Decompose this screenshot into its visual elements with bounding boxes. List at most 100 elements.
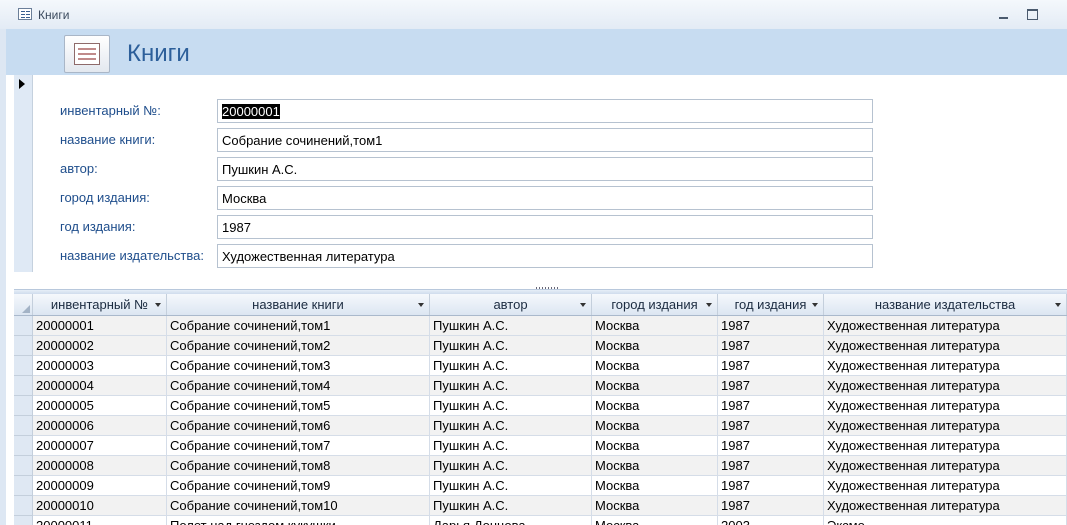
column-header-publisher[interactable]: название издательства: [824, 294, 1067, 315]
cell-publisher[interactable]: Художественная литература: [824, 336, 1067, 356]
cell-author[interactable]: Пушкин А.С.: [430, 436, 592, 456]
cell-title[interactable]: Собрание сочинений,том1: [167, 316, 430, 336]
cell-city[interactable]: Москва: [592, 516, 718, 525]
table-row[interactable]: 20000003 Собрание сочинений,том3 Пушкин А.…: [14, 356, 1067, 376]
cell-publisher[interactable]: Художественная литература: [824, 436, 1067, 456]
chevron-down-icon[interactable]: [812, 303, 818, 307]
year-field[interactable]: 1987: [217, 215, 873, 239]
row-selector[interactable]: [14, 456, 33, 476]
cell-title[interactable]: Полет над гнездом кукушки: [167, 516, 430, 525]
cell-title[interactable]: Собрание сочинений,том4: [167, 376, 430, 396]
cell-year[interactable]: 2003: [718, 516, 824, 525]
cell-year[interactable]: 1987: [718, 356, 824, 376]
cell-year[interactable]: 1987: [718, 376, 824, 396]
chevron-down-icon[interactable]: [706, 303, 712, 307]
cell-author[interactable]: Дарья Донцова: [430, 516, 592, 525]
row-selector[interactable]: [14, 416, 33, 436]
cell-city[interactable]: Москва: [592, 316, 718, 336]
cell-publisher[interactable]: Художественная литература: [824, 416, 1067, 436]
cell-year[interactable]: 1987: [718, 396, 824, 416]
table-row[interactable]: 20000011Полет над гнездом кукушкиДарья Д…: [14, 516, 1067, 525]
column-header-inventory[interactable]: инвентарный №: [33, 294, 167, 315]
cell-city[interactable]: Москва: [592, 356, 718, 376]
cell-inventory[interactable]: 20000007: [33, 436, 167, 456]
cell-title[interactable]: Собрание сочинений,том6: [167, 416, 430, 436]
table-row[interactable]: 20000005 Собрание сочинений,том5 Пушкин А.…: [14, 396, 1067, 416]
table-row[interactable]: 20000001 Собрание сочинений,том1 Пушкин А.…: [14, 316, 1067, 336]
cell-publisher[interactable]: Художественная литература: [824, 376, 1067, 396]
author-field[interactable]: Пушкин А.С.: [217, 157, 873, 181]
row-selector[interactable]: [14, 516, 33, 525]
publisher-field[interactable]: Художественная литература: [217, 244, 873, 268]
cell-publisher[interactable]: Художественная литература: [824, 396, 1067, 416]
cell-publisher[interactable]: Художественная литература: [824, 456, 1067, 476]
table-row[interactable]: 20000002 Собрание сочинений,том2 Пушкин А.…: [14, 336, 1067, 356]
cell-inventory[interactable]: 20000009: [33, 476, 167, 496]
row-selector[interactable]: [14, 436, 33, 456]
cell-inventory[interactable]: 20000008: [33, 456, 167, 476]
cell-author[interactable]: Пушкин А.С.: [430, 416, 592, 436]
cell-publisher[interactable]: Художественная литература: [824, 476, 1067, 496]
cell-author[interactable]: Пушкин А.С.: [430, 336, 592, 356]
cell-city[interactable]: Москва: [592, 396, 718, 416]
cell-inventory[interactable]: 20000005: [33, 396, 167, 416]
inventory-number-field[interactable]: 20000001: [217, 99, 873, 123]
city-field[interactable]: Москва: [217, 186, 873, 210]
cell-author[interactable]: Пушкин А.С.: [430, 476, 592, 496]
splitter-grip[interactable]: [536, 287, 558, 289]
cell-year[interactable]: 1987: [718, 496, 824, 516]
column-header-author[interactable]: автор: [430, 294, 592, 315]
chevron-down-icon[interactable]: [155, 303, 161, 307]
table-row[interactable]: 20000008 Собрание сочинений,том8 Пушкин А.…: [14, 456, 1067, 476]
chevron-down-icon[interactable]: [580, 303, 586, 307]
cell-city[interactable]: Москва: [592, 436, 718, 456]
minimize-button[interactable]: [991, 4, 1015, 24]
cell-city[interactable]: Москва: [592, 456, 718, 476]
cell-publisher[interactable]: Художественная литература: [824, 316, 1067, 336]
row-selector[interactable]: [14, 316, 33, 336]
table-row[interactable]: 20000004 Собрание сочинений,том4 Пушкин А.…: [14, 376, 1067, 396]
cell-city[interactable]: Москва: [592, 496, 718, 516]
chevron-down-icon[interactable]: [1055, 303, 1061, 307]
cell-year[interactable]: 1987: [718, 456, 824, 476]
row-selector[interactable]: [14, 376, 33, 396]
cell-title[interactable]: Собрание сочинений,том9: [167, 476, 430, 496]
cell-year[interactable]: 1987: [718, 316, 824, 336]
row-selector[interactable]: [14, 396, 33, 416]
row-selector[interactable]: [14, 356, 33, 376]
cell-year[interactable]: 1987: [718, 476, 824, 496]
table-row[interactable]: 20000007 Собрание сочинений,том7 Пушкин А.…: [14, 436, 1067, 456]
table-row[interactable]: 20000006 Собрание сочинений,том6 Пушкин А.…: [14, 416, 1067, 436]
cell-title[interactable]: Собрание сочинений,том10: [167, 496, 430, 516]
cell-author[interactable]: Пушкин А.С.: [430, 316, 592, 336]
cell-title[interactable]: Собрание сочинений,том8: [167, 456, 430, 476]
cell-city[interactable]: Москва: [592, 336, 718, 356]
cell-inventory[interactable]: 20000006: [33, 416, 167, 436]
cell-city[interactable]: Москва: [592, 476, 718, 496]
column-header-city[interactable]: город издания: [592, 294, 718, 315]
cell-year[interactable]: 1987: [718, 336, 824, 356]
maximize-button[interactable]: [1020, 4, 1044, 24]
cell-year[interactable]: 1987: [718, 416, 824, 436]
table-row[interactable]: 20000010 Собрание сочинений,том10 Пушкин А…: [14, 496, 1067, 516]
chevron-down-icon[interactable]: [418, 303, 424, 307]
cell-title[interactable]: Собрание сочинений,том2: [167, 336, 430, 356]
cell-publisher[interactable]: Художественная литература: [824, 356, 1067, 376]
cell-author[interactable]: Пушкин А.С.: [430, 496, 592, 516]
cell-inventory[interactable]: 20000002: [33, 336, 167, 356]
cell-author[interactable]: Пушкин А.С.: [430, 396, 592, 416]
cell-year[interactable]: 1987: [718, 436, 824, 456]
row-selector[interactable]: [14, 496, 33, 516]
cell-title[interactable]: Собрание сочинений,том3: [167, 356, 430, 376]
cell-publisher[interactable]: Эксмо: [824, 516, 1067, 525]
row-selector[interactable]: [14, 336, 33, 356]
cell-inventory[interactable]: 20000011: [33, 516, 167, 525]
cell-author[interactable]: Пушкин А.С.: [430, 376, 592, 396]
cell-publisher[interactable]: Художественная литература: [824, 496, 1067, 516]
cell-inventory[interactable]: 20000004: [33, 376, 167, 396]
column-header-year[interactable]: год издания: [718, 294, 824, 315]
row-selector[interactable]: [14, 476, 33, 496]
cell-title[interactable]: Собрание сочинений,том7: [167, 436, 430, 456]
cell-inventory[interactable]: 20000010: [33, 496, 167, 516]
cell-city[interactable]: Москва: [592, 376, 718, 396]
